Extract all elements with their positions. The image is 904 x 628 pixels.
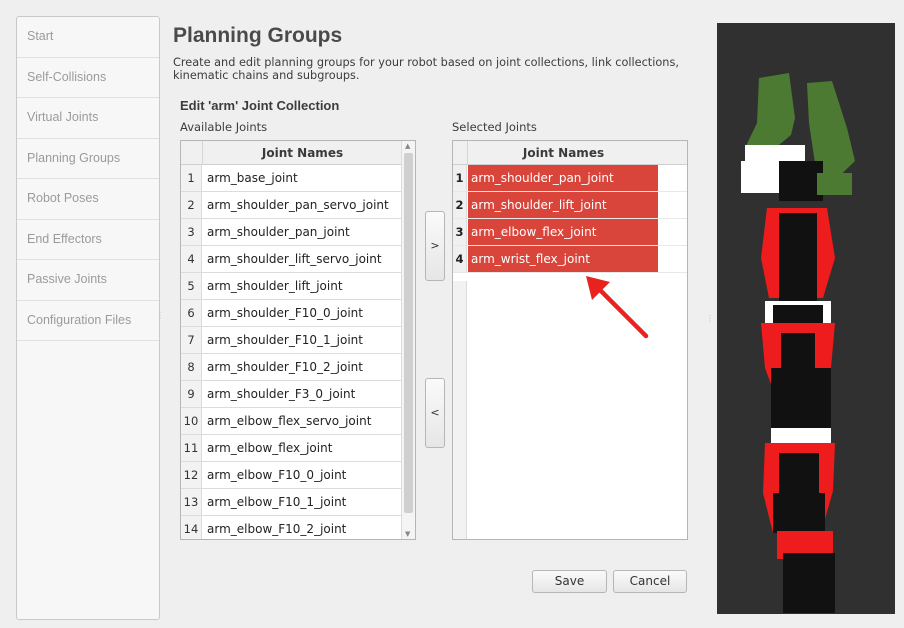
row-number: 11 [181, 435, 202, 461]
row-number: 6 [181, 300, 202, 326]
joint-name: arm_shoulder_pan_joint [468, 165, 658, 191]
row-number: 2 [181, 192, 202, 218]
cancel-button[interactable]: Cancel [613, 570, 687, 593]
row-number: 9 [181, 381, 202, 407]
row-number: 1 [453, 165, 467, 191]
table-row[interactable]: 1 arm_base_joint [181, 165, 402, 192]
row-number: 1 [181, 165, 202, 191]
table-row[interactable]: 3 arm_shoulder_pan_joint [181, 219, 402, 246]
table-row[interactable]: 11 arm_elbow_flex_joint [181, 435, 402, 462]
sidebar-item-self-collisions[interactable]: Self-Collisions [17, 58, 159, 98]
scroll-up-icon[interactable]: ▲ [405, 142, 410, 150]
joint-name: arm_shoulder_lift_joint [468, 192, 658, 218]
row-header-filler [453, 281, 467, 539]
row-number: 2 [453, 192, 467, 218]
table-row[interactable]: 14 arm_elbow_F10_2_joint [181, 516, 402, 539]
row-number: 4 [181, 246, 202, 272]
row-number: 8 [181, 354, 202, 380]
sidebar-item-configuration-files[interactable]: Configuration Files ⋮ [17, 301, 164, 341]
robot-model-image [741, 73, 855, 613]
row-number: 7 [181, 327, 202, 353]
table-row[interactable]: 10 arm_elbow_flex_servo_joint [181, 408, 402, 435]
row-number: 13 [181, 489, 202, 515]
table-row-selected[interactable]: 1 arm_shoulder_pan_joint [453, 165, 687, 192]
table-row[interactable]: 6 arm_shoulder_F10_0_joint [181, 300, 402, 327]
splitter-handle-icon[interactable]: ⋮ [156, 311, 164, 320]
joint-name: arm_wrist_flex_joint [468, 246, 658, 272]
table-row[interactable]: 9 arm_shoulder_F3_0_joint [181, 381, 402, 408]
sidebar-item-virtual-joints[interactable]: Virtual Joints [17, 98, 159, 139]
joint-name: arm_base_joint [207, 171, 298, 185]
row-number: 10 [181, 408, 202, 434]
row-number: 5 [181, 273, 202, 299]
joint-name: arm_shoulder_F3_0_joint [207, 387, 356, 401]
joint-name: arm_elbow_flex_joint [468, 219, 658, 245]
joint-name: arm_shoulder_lift_joint [207, 279, 343, 293]
table-row[interactable]: 5 arm_shoulder_lift_joint [181, 273, 402, 300]
joint-name: arm_shoulder_pan_servo_joint [207, 198, 389, 212]
column-header-joint-names[interactable]: Joint Names [202, 141, 402, 165]
joint-name: arm_shoulder_F10_0_joint [207, 306, 363, 320]
joint-name: arm_elbow_flex_joint [207, 441, 333, 455]
section-subtitle: Edit 'arm' Joint Collection [180, 98, 340, 113]
selected-joints-label: Selected Joints [452, 120, 537, 134]
joint-name: arm_elbow_flex_servo_joint [207, 414, 372, 428]
joint-name: arm_shoulder_F10_1_joint [207, 333, 363, 347]
table-row[interactable]: 8 arm_shoulder_F10_2_joint [181, 354, 402, 381]
table-header: Joint Names [453, 141, 687, 165]
save-button[interactable]: Save [532, 570, 607, 593]
annotation-arrow-icon [586, 276, 649, 339]
row-number: 3 [453, 219, 467, 245]
table-row[interactable]: 2 arm_shoulder_pan_servo_joint [181, 192, 402, 219]
table-row[interactable]: 4 arm_shoulder_lift_servo_joint [181, 246, 402, 273]
table-row[interactable]: 12 arm_elbow_F10_0_joint [181, 462, 402, 489]
table-row[interactable]: 7 arm_shoulder_F10_1_joint [181, 327, 402, 354]
joint-name: arm_shoulder_F10_2_joint [207, 360, 363, 374]
joint-name: arm_elbow_F10_0_joint [207, 468, 347, 482]
sidebar: Start Self-Collisions Virtual Joints Pla… [16, 16, 164, 620]
vertical-scrollbar[interactable]: ▲ ▼ [401, 141, 415, 539]
scroll-thumb[interactable] [404, 153, 413, 513]
scroll-down-icon[interactable]: ▼ [405, 530, 410, 538]
splitter-handle-icon[interactable]: ⋮ [706, 314, 714, 323]
row-number: 4 [453, 246, 467, 272]
page-description: Create and edit planning groups for your… [173, 56, 679, 82]
table-row-selected[interactable]: 3 arm_elbow_flex_joint [453, 219, 687, 246]
column-header-joint-names[interactable]: Joint Names [467, 141, 659, 165]
row-number: 12 [181, 462, 202, 488]
joint-name: arm_elbow_F10_2_joint [207, 522, 347, 536]
table-row-selected[interactable]: 2 arm_shoulder_lift_joint [453, 192, 687, 219]
table-header: Joint Names [181, 141, 402, 165]
sidebar-item-passive-joints[interactable]: Passive Joints [17, 260, 159, 301]
remove-joint-button[interactable]: < [425, 378, 445, 448]
row-number: 3 [181, 219, 202, 245]
robot-3d-viewport[interactable] [717, 23, 895, 614]
sidebar-item-start[interactable]: Start [17, 17, 159, 58]
sidebar-item-robot-poses[interactable]: Robot Poses [17, 179, 159, 220]
sidebar-item-end-effectors[interactable]: End Effectors [17, 220, 159, 260]
sidebar-item-planning-groups[interactable]: Planning Groups [17, 139, 159, 179]
table-row[interactable]: 13 arm_elbow_F10_1_joint [181, 489, 402, 516]
table-row-selected[interactable]: 4 arm_wrist_flex_joint [453, 246, 687, 273]
add-joint-button[interactable]: > [425, 211, 445, 281]
page-title: Planning Groups [173, 24, 343, 47]
available-joints-table[interactable]: Joint Names 1 arm_base_joint 2 arm_shoulder… [180, 140, 416, 540]
row-number: 14 [181, 516, 202, 539]
joint-name: arm_elbow_F10_1_joint [207, 495, 347, 509]
joint-name: arm_shoulder_lift_servo_joint [207, 252, 382, 266]
joint-name: arm_shoulder_pan_joint [207, 225, 350, 239]
available-joints-label: Available Joints [180, 120, 268, 134]
